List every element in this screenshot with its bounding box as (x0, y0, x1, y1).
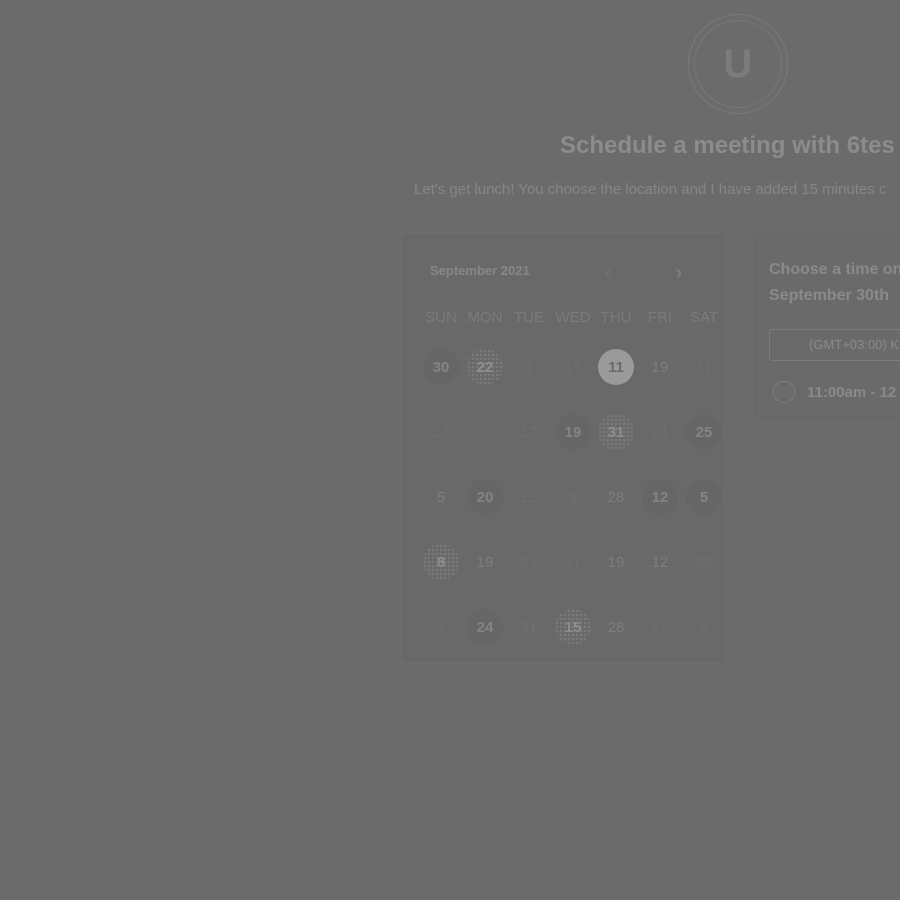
time-heading-line2: September 30th (769, 287, 890, 304)
calendar-day: 5 (436, 488, 446, 506)
chevron-right-icon[interactable]: › (669, 261, 689, 285)
calendar-day-selected[interactable]: 11 (598, 349, 634, 385)
chevron-left-icon[interactable]: ‹ (598, 261, 618, 285)
calendar-day: 27 (476, 423, 494, 441)
calendar-day: 12 (651, 553, 669, 571)
page-subtitle: Let's get lunch! You choose the location… (414, 181, 887, 198)
calendar-day: 19 (476, 553, 494, 571)
calendar-day: 11 (696, 358, 712, 376)
calendar-day[interactable]: 24 (467, 609, 503, 645)
weekday-label-sat: SAT (689, 309, 719, 326)
calendar-day[interactable]: 12 (642, 479, 678, 515)
calendar-day: 21 (520, 553, 538, 571)
weekday-label-sun: SUN (425, 309, 457, 326)
calendar-day: 17 (564, 358, 582, 376)
weekday-label-mon: MON (467, 309, 503, 326)
calendar-day[interactable]: 20 (467, 479, 503, 515)
calendar-day[interactable]: 15 (555, 609, 591, 645)
page-title: Schedule a meeting with 6tes (560, 132, 895, 159)
host-avatar: U (688, 14, 788, 114)
calendar-day[interactable]: 22 (467, 349, 503, 385)
calendar-day[interactable]: 8 (423, 544, 459, 580)
calendar-day: 11 (565, 553, 581, 571)
time-panel-heading: Choose a time on September 30th (769, 257, 900, 309)
timezone-select[interactable]: (GMT+03:00) K (769, 329, 900, 361)
weekday-label-tue: TUE (514, 309, 544, 326)
calendar-day: 19 (651, 358, 669, 376)
calendar-panel: September 2021 ‹ › SUN MON TUE WED THU FRI SAT… (404, 236, 722, 660)
calendar-day: 9 (568, 488, 578, 506)
calendar-day: 15 (520, 488, 538, 506)
calendar-day: 25 (695, 553, 713, 571)
weekday-label-wed: WED (555, 309, 591, 326)
radio-circle-icon[interactable] (773, 381, 795, 403)
calendar-day: 1 (524, 358, 534, 376)
time-heading-line1: Choose a time on (769, 261, 900, 278)
calendar-day: 17 (651, 618, 669, 636)
calendar-day: 17 (520, 423, 538, 441)
calendar-day: 31 (520, 618, 538, 636)
calendar-day: 23 (432, 423, 450, 441)
weekday-label-thu: THU (600, 309, 632, 326)
calendar-day: 28 (607, 618, 625, 636)
calendar-day: 8 (699, 618, 709, 636)
time-panel: Choose a time on September 30th (GMT+03:… (756, 236, 900, 418)
calendar-day[interactable]: 30 (423, 349, 459, 385)
calendar-day[interactable]: 19 (555, 414, 591, 450)
calendar-day[interactable]: 25 (686, 414, 722, 450)
time-slot[interactable]: 11:00am - 12 (773, 381, 896, 403)
calendar-day: 28 (607, 488, 625, 506)
weekday-label-fri: FRI (647, 309, 673, 326)
calendar-day: 19 (607, 553, 625, 571)
calendar-day[interactable]: 31 (598, 414, 634, 450)
avatar-letter: U (694, 20, 782, 108)
calendar-month-label: September 2021 (430, 263, 530, 278)
calendar-day[interactable]: 5 (686, 479, 722, 515)
time-slot-label: 11:00am - 12 (807, 383, 897, 401)
calendar-day: 1 (436, 618, 446, 636)
calendar-day: 21 (651, 423, 669, 441)
